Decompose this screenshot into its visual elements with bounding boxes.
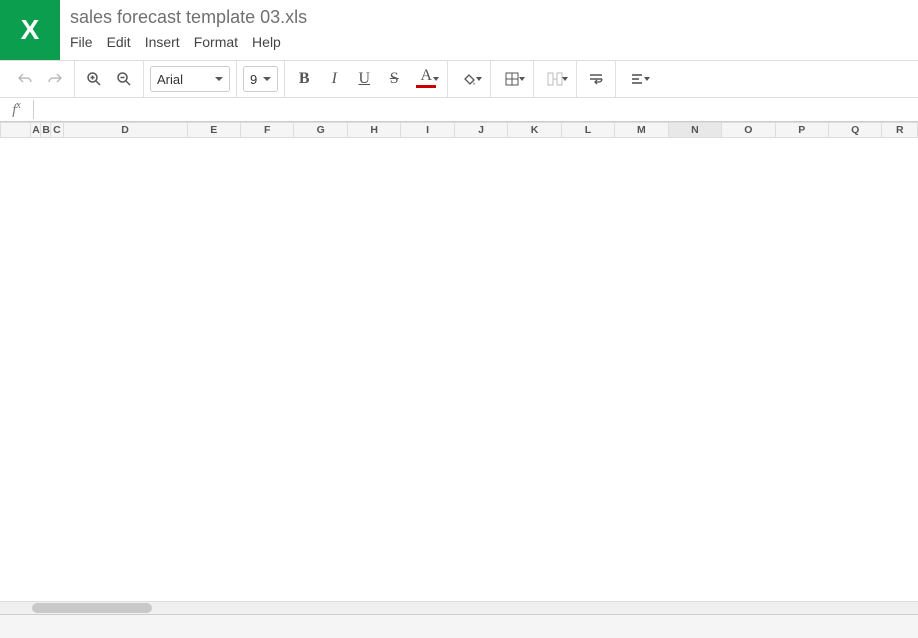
column-header-N[interactable]: N (668, 123, 721, 138)
wrap-text-button[interactable] (583, 66, 609, 92)
italic-button[interactable]: I (321, 66, 347, 92)
column-header-D[interactable]: D (63, 123, 187, 138)
sheet-tab-bar (0, 614, 918, 638)
select-all-corner[interactable] (1, 123, 31, 138)
borders-button[interactable] (497, 66, 527, 92)
column-header-E[interactable]: E (187, 123, 240, 138)
column-header-K[interactable]: K (508, 123, 561, 138)
font-family-value: Arial (157, 72, 183, 87)
fx-icon: fx (0, 100, 34, 119)
align-button[interactable] (622, 66, 652, 92)
redo-button[interactable] (42, 66, 68, 92)
menu-insert[interactable]: Insert (145, 34, 180, 50)
bold-button[interactable]: B (291, 66, 317, 92)
column-header-A[interactable]: A (31, 123, 41, 138)
column-header-J[interactable]: J (454, 123, 507, 138)
menu-file[interactable]: File (70, 34, 93, 50)
menu-edit[interactable]: Edit (107, 34, 131, 50)
scroll-thumb[interactable] (32, 603, 152, 613)
column-header-L[interactable]: L (561, 123, 614, 138)
column-header-B[interactable]: B (41, 123, 51, 138)
menu-format[interactable]: Format (194, 34, 238, 50)
menu-help[interactable]: Help (252, 34, 281, 50)
app-logo: X (0, 0, 60, 60)
column-header-M[interactable]: M (615, 123, 668, 138)
fill-color-button[interactable] (454, 66, 484, 92)
column-header-O[interactable]: O (722, 123, 775, 138)
text-color-button[interactable]: A (411, 66, 441, 92)
toolbar: Arial 9 B I U S A (0, 60, 918, 98)
horizontal-scrollbar[interactable] (0, 601, 918, 614)
spreadsheet-grid[interactable]: ABCDEFGHIJKLMNOPQR (0, 122, 918, 138)
column-header-I[interactable]: I (401, 123, 454, 138)
zoom-in-button[interactable] (81, 66, 107, 92)
text-color-indicator (416, 85, 436, 88)
column-header-R[interactable]: R (882, 123, 918, 138)
column-header-G[interactable]: G (294, 123, 347, 138)
column-header-H[interactable]: H (347, 123, 400, 138)
formula-input[interactable] (34, 102, 918, 117)
column-header-F[interactable]: F (241, 123, 294, 138)
underline-button[interactable]: U (351, 66, 377, 92)
font-size-value: 9 (250, 72, 257, 87)
merge-cells-button[interactable] (540, 66, 570, 92)
document-title: sales forecast template 03.xls (70, 6, 307, 28)
undo-button[interactable] (12, 66, 38, 92)
zoom-out-button[interactable] (111, 66, 137, 92)
column-header-C[interactable]: C (51, 123, 63, 138)
font-size-select[interactable]: 9 (243, 66, 278, 92)
strike-button[interactable]: S (381, 66, 407, 92)
column-header-P[interactable]: P (775, 123, 828, 138)
menubar: File Edit Insert Format Help (70, 34, 307, 50)
font-family-select[interactable]: Arial (150, 66, 230, 92)
column-header-Q[interactable]: Q (829, 123, 882, 138)
